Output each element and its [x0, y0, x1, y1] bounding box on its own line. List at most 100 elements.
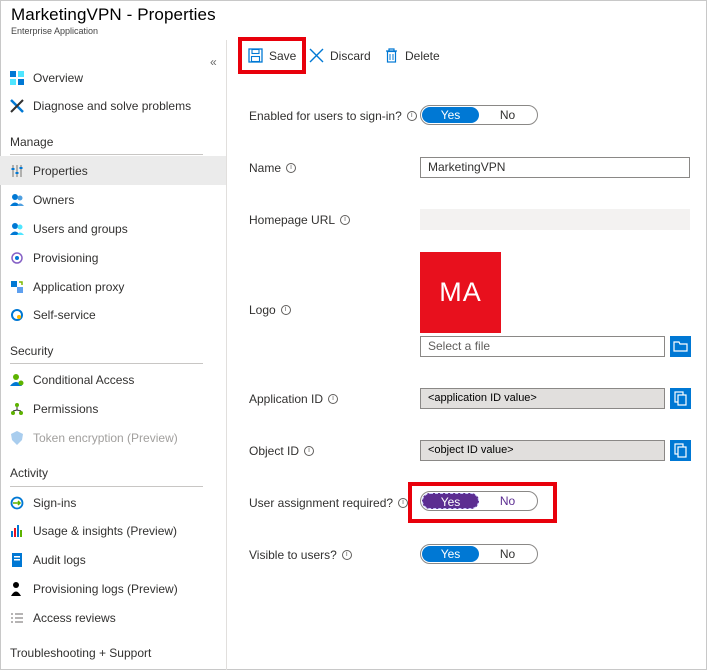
sidebar-item-sign-ins[interactable]: Sign-ins: [0, 488, 226, 517]
sidebar-item-label: Token encryption (Preview): [33, 430, 178, 445]
page-title: MarketingVPN - Properties: [11, 5, 216, 24]
copy-icon: [674, 443, 687, 458]
info-icon[interactable]: i: [280, 305, 291, 315]
sidebar-item-provisioning-logs[interactable]: Provisioning logs (Preview): [0, 574, 226, 603]
info-icon[interactable]: i: [398, 498, 409, 508]
sidebar-item-label: Provisioning logs (Preview): [33, 581, 178, 596]
name-field[interactable]: MarketingVPN: [420, 157, 690, 178]
sidebar: « Overview Diagnose and solve problems M…: [0, 40, 227, 670]
toggle-no[interactable]: No: [479, 546, 536, 562]
sidebar-item-properties[interactable]: Properties: [0, 156, 226, 185]
logo-file-input[interactable]: Select a file: [420, 336, 665, 357]
object-id-label: Object ID i: [249, 444, 315, 458]
list-check-icon: [10, 611, 24, 625]
enabled-sign-in-label: Enabled for users to sign-in? i: [249, 109, 417, 123]
bar-chart-icon: [10, 524, 24, 538]
object-id-field[interactable]: <object ID value>: [420, 440, 665, 461]
info-icon[interactable]: i: [341, 550, 352, 560]
visible-to-users-label: Visible to users? i: [249, 548, 352, 562]
visible-to-users-toggle[interactable]: Yes No: [420, 544, 538, 564]
sidebar-item-label: Permissions: [33, 401, 99, 416]
section-heading-manage: Manage: [10, 135, 54, 149]
proxy-icon: [10, 280, 24, 294]
main-panel: Save Discard Delete Enabled for users to…: [228, 37, 706, 670]
application-id-label: Application ID i: [249, 392, 339, 406]
copy-object-id-button[interactable]: [670, 440, 691, 461]
sidebar-item-label: Sign-ins: [33, 495, 77, 510]
trash-icon: [384, 48, 399, 63]
copy-icon: [674, 391, 687, 406]
title-bar: MarketingVPN - Properties Enterprise App…: [0, 0, 707, 40]
sidebar-item-usage-insights[interactable]: Usage & insights (Preview): [0, 516, 226, 545]
shield-icon: [10, 430, 24, 445]
divider: [10, 154, 203, 155]
sidebar-item-application-proxy[interactable]: Application proxy: [0, 272, 226, 301]
sidebar-item-permissions[interactable]: Permissions: [0, 394, 226, 423]
folder-icon: [673, 341, 688, 352]
logo-tile: MA: [420, 252, 501, 333]
page-subtitle: Enterprise Application: [11, 26, 99, 36]
self-service-icon: [10, 308, 24, 322]
name-label: Name i: [249, 161, 297, 175]
sidebar-item-label: Properties: [33, 163, 88, 178]
user-assignment-label: User assignment required? i: [249, 496, 409, 510]
sidebar-item-label: Access reviews: [33, 610, 116, 625]
divider: [10, 486, 203, 487]
sidebar-item-label: Overview: [33, 70, 84, 85]
sign-in-icon: [10, 496, 24, 510]
conditional-access-icon: [10, 373, 24, 387]
logo-label: Logo i: [249, 303, 291, 317]
application-id-field[interactable]: <application ID value>: [420, 388, 665, 409]
close-icon: [309, 48, 324, 63]
divider: [10, 363, 203, 364]
sidebar-item-label: Owners: [33, 192, 75, 207]
wrench-icon: [10, 98, 24, 113]
sidebar-item-conditional-access[interactable]: Conditional Access: [0, 365, 226, 394]
sliders-icon: [10, 164, 24, 178]
enabled-sign-in-toggle[interactable]: Yes No: [420, 105, 538, 125]
homepage-url-label: Homepage URL i: [249, 213, 351, 227]
users-icon: [10, 222, 24, 236]
homepage-url-field[interactable]: [420, 209, 690, 230]
info-icon[interactable]: i: [286, 163, 297, 173]
sidebar-item-label: Users and groups: [33, 221, 128, 236]
toggle-yes[interactable]: Yes: [422, 546, 479, 562]
delete-label: Delete: [405, 48, 440, 63]
discard-label: Discard: [330, 48, 371, 63]
sidebar-item-label: Application proxy: [33, 279, 125, 294]
sidebar-item-users-and-groups[interactable]: Users and groups: [0, 214, 226, 243]
sync-icon: [10, 251, 24, 265]
sidebar-item-owners[interactable]: Owners: [0, 185, 226, 214]
save-highlight-box: [238, 37, 306, 74]
info-icon[interactable]: i: [406, 111, 417, 121]
sidebar-item-token-encryption[interactable]: Token encryption (Preview): [0, 423, 226, 452]
sidebar-item-label: Diagnose and solve problems: [33, 98, 192, 113]
people-icon: [10, 193, 24, 207]
sidebar-item-label: Usage & insights (Preview): [33, 523, 178, 538]
discard-button[interactable]: Discard: [309, 48, 371, 63]
audit-log-icon: [10, 552, 24, 567]
sidebar-item-overview[interactable]: Overview: [0, 63, 226, 92]
sidebar-item-self-service[interactable]: Self-service: [0, 300, 226, 329]
person-log-icon: [10, 581, 24, 596]
sidebar-item-label: Self-service: [33, 307, 96, 322]
section-heading-activity: Activity: [10, 466, 49, 480]
info-icon[interactable]: i: [304, 446, 315, 456]
toggle-yes[interactable]: Yes: [422, 107, 479, 123]
permissions-icon: [10, 402, 24, 416]
info-icon[interactable]: i: [340, 215, 351, 225]
info-icon[interactable]: i: [328, 394, 339, 404]
sidebar-item-audit-logs[interactable]: Audit logs: [0, 545, 226, 574]
sidebar-item-label: Audit logs: [33, 552, 86, 567]
user-assignment-highlight-box: [408, 482, 557, 523]
delete-button[interactable]: Delete: [384, 48, 440, 63]
browse-folder-button[interactable]: [670, 336, 691, 357]
sidebar-item-diagnose[interactable]: Diagnose and solve problems: [0, 91, 226, 120]
sidebar-item-provisioning[interactable]: Provisioning: [0, 243, 226, 272]
section-heading-security: Security: [10, 344, 54, 358]
copy-application-id-button[interactable]: [670, 388, 691, 409]
sidebar-item-label: Provisioning: [33, 250, 99, 265]
sidebar-item-access-reviews[interactable]: Access reviews: [0, 603, 226, 632]
section-heading-troubleshooting: Troubleshooting + Support: [10, 646, 152, 660]
toggle-no[interactable]: No: [479, 107, 536, 123]
